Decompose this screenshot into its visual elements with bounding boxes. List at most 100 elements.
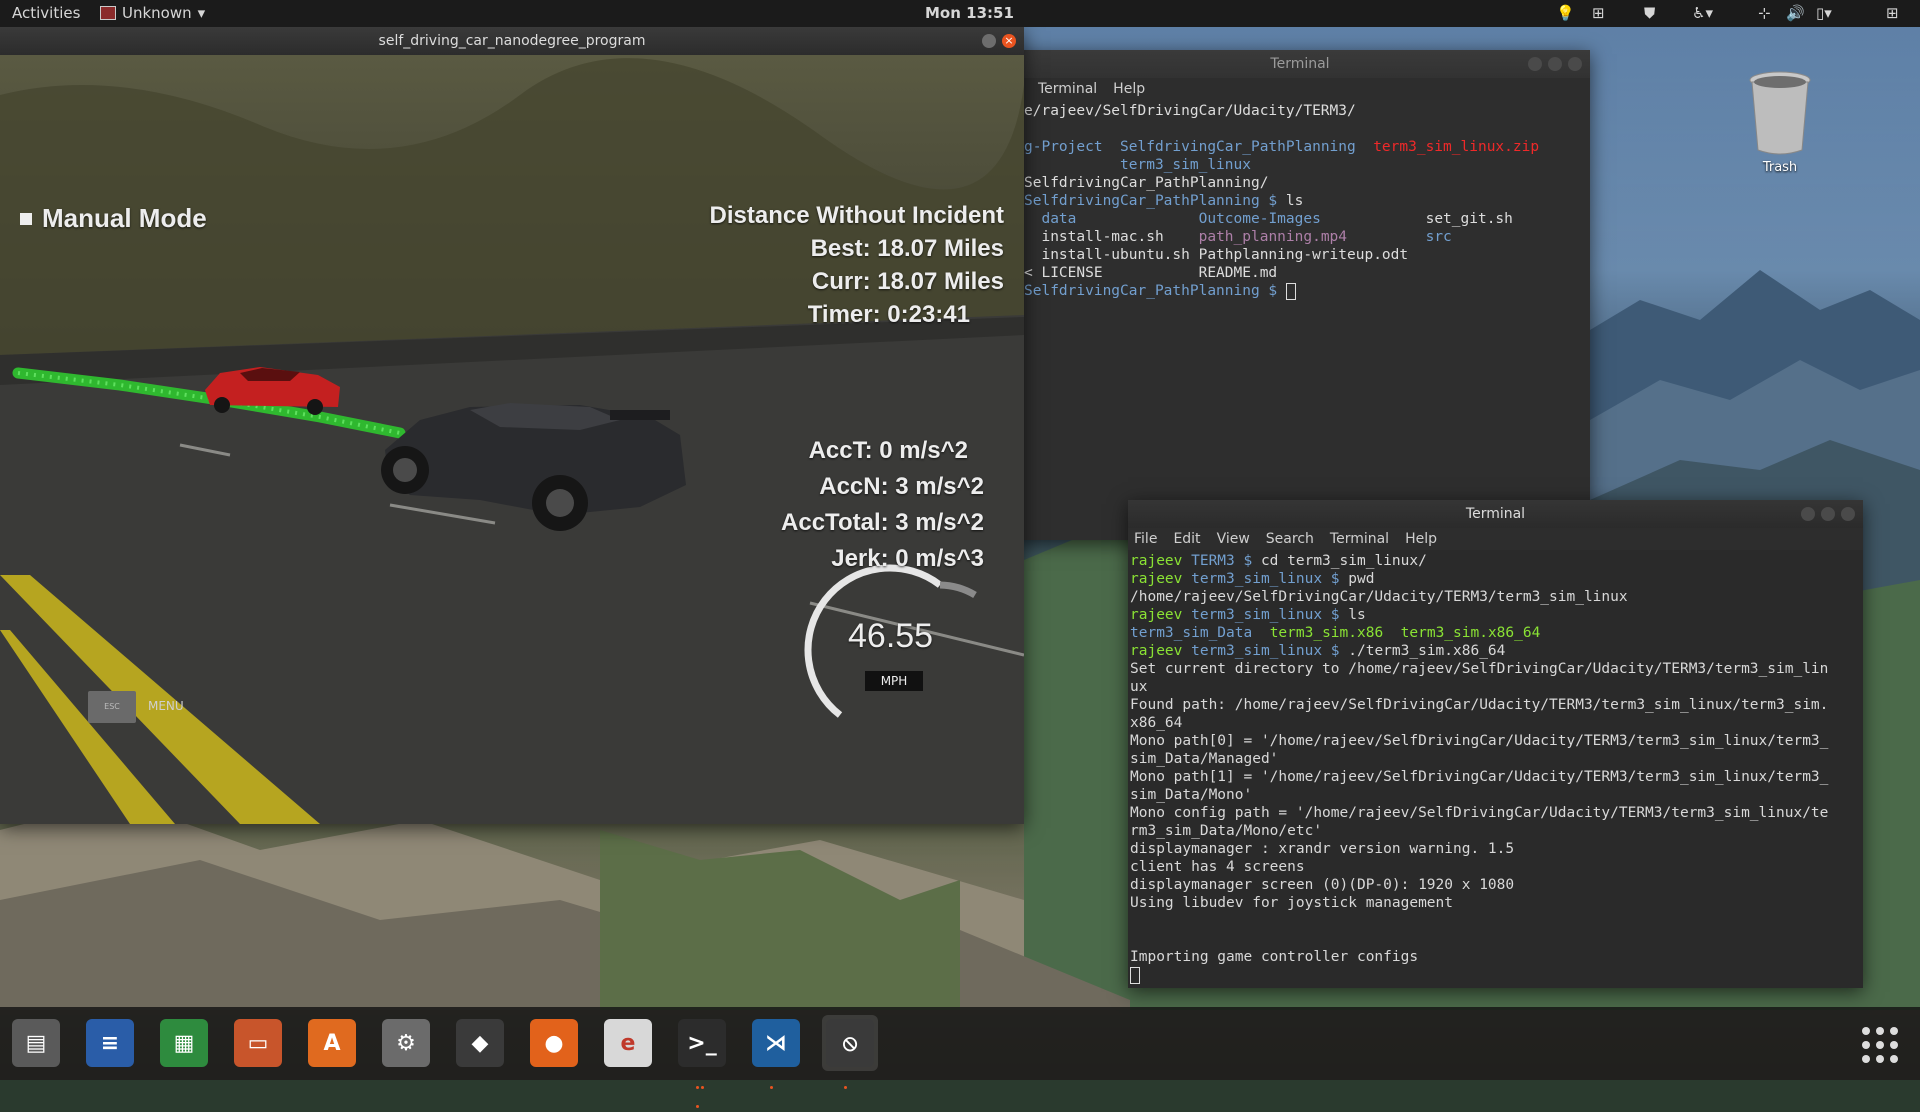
writer-launcher[interactable]: ≡ bbox=[82, 1015, 138, 1071]
menu-item-terminal[interactable]: Terminal bbox=[1038, 78, 1097, 100]
accessibility-icon[interactable]: ♿▾ bbox=[1692, 4, 1713, 22]
terminal-text: rm3_sim_Data/Mono/etc' bbox=[1130, 823, 1323, 839]
best-distance: Best: 18.07 Miles bbox=[810, 235, 1004, 262]
terminal-output[interactable]: e/rajeev/SelfDrivingCar/Udacity/TERM3/ g… bbox=[1010, 100, 1590, 534]
terminal-line: ux bbox=[1130, 678, 1861, 696]
terminal-line: rajeev TERM3 $ cd term3_sim_linux/ bbox=[1130, 552, 1861, 570]
network-icon[interactable]: ⊹ bbox=[1758, 4, 1771, 22]
battery-icon[interactable]: ▯▾ bbox=[1816, 4, 1832, 22]
terminal-text: ./term3_sim.x86_64 bbox=[1348, 643, 1506, 659]
minimize-button[interactable] bbox=[1801, 507, 1815, 521]
terminal-window-front[interactable]: Terminal File Edit View Search Terminal Help … bbox=[1128, 500, 1863, 988]
mode-toggle-icon bbox=[20, 212, 32, 225]
terminal-text: SelfdrivingCar_PathPlanning $ bbox=[1024, 283, 1286, 299]
terminal-text: rajeev bbox=[1130, 553, 1192, 569]
firefox-launcher[interactable]: ● bbox=[526, 1015, 582, 1071]
terminal-line: rajeev term3_sim_linux $ pwd bbox=[1130, 570, 1861, 588]
minimize-button[interactable] bbox=[982, 34, 996, 48]
simulator-viewport[interactable]: Manual Mode Distance Without Incident Be… bbox=[0, 55, 1024, 824]
terminal-line: < LICENSE README.md bbox=[1024, 264, 1588, 282]
menu-label[interactable]: MENU bbox=[148, 699, 184, 713]
terminal-text: src bbox=[1425, 229, 1452, 245]
trash-desktop-item[interactable]: Trash bbox=[1740, 68, 1820, 175]
lightbulb-icon[interactable]: 💡 bbox=[1556, 4, 1575, 22]
files-launcher[interactable]: ▤ bbox=[8, 1015, 64, 1071]
terminal-text: term3_sim_linux.zip bbox=[1373, 139, 1540, 155]
menu-bar: File Edit View Search Terminal Help bbox=[1128, 528, 1863, 550]
terminal-cursor bbox=[1285, 282, 1296, 300]
running-indicator bbox=[770, 1074, 784, 1089]
menu-item-help[interactable]: Help bbox=[1405, 528, 1437, 550]
terminal-text: Mono path[0] = '/home/rajeev/SelfDriving… bbox=[1130, 733, 1829, 749]
terminal-text: set_git.sh bbox=[1320, 211, 1513, 227]
menu-item-view[interactable]: View bbox=[1217, 528, 1250, 550]
terminal-text: term3_sim_linux $ bbox=[1191, 607, 1349, 623]
maximize-button[interactable] bbox=[1548, 57, 1562, 71]
menu-item-file[interactable]: File bbox=[1134, 528, 1157, 550]
menu-item-edit[interactable]: Edit bbox=[1173, 528, 1200, 550]
settings-launcher[interactable]: ⚙ bbox=[378, 1015, 434, 1071]
close-button[interactable] bbox=[1841, 507, 1855, 521]
menu-bar: Terminal Help bbox=[1010, 78, 1590, 100]
acceleration-panel: AccT: 0 m/s^2 AccN: 3 m/s^2 AccTotal: 3 … bbox=[781, 433, 984, 577]
app-menu[interactable]: Unknown ▾ bbox=[100, 4, 205, 22]
shield-icon[interactable]: ⛊ bbox=[1644, 4, 1655, 22]
apps-menu-icon[interactable]: ⊞ bbox=[1886, 4, 1899, 22]
firefox-icon: ● bbox=[530, 1019, 578, 1067]
volume-icon[interactable]: 🔊 bbox=[1786, 4, 1805, 22]
close-button[interactable] bbox=[1568, 57, 1582, 71]
maximize-button[interactable] bbox=[1821, 507, 1835, 521]
esc-button[interactable]: ESC bbox=[88, 691, 136, 723]
terminal-line: install-ubuntu.sh Pathplanning-writeup.o… bbox=[1024, 246, 1588, 264]
titlebar[interactable]: self_driving_car_nanodegree_program × bbox=[0, 27, 1024, 55]
terminal-text: Mono config path = '/home/rajeev/SelfDri… bbox=[1130, 805, 1829, 821]
impress-launcher[interactable]: ▭ bbox=[230, 1015, 286, 1071]
terminal-text: Found path: /home/rajeev/SelfDrivingCar/… bbox=[1130, 697, 1829, 713]
activities-button[interactable]: Activities bbox=[12, 4, 80, 22]
terminal-text: install-mac.sh bbox=[1024, 229, 1199, 245]
pdf-reader-launcher[interactable]: e bbox=[600, 1015, 656, 1071]
terminal-text: client has 4 screens bbox=[1130, 859, 1305, 875]
simulator-window[interactable]: self_driving_car_nanodegree_program × Ma… bbox=[0, 27, 1024, 824]
terminal-text: Outcome-Images bbox=[1198, 211, 1321, 227]
menu-item-help[interactable]: Help bbox=[1113, 78, 1145, 100]
mode-label: Manual Mode bbox=[42, 203, 207, 233]
apps-grid-icon[interactable] bbox=[1862, 1027, 1898, 1063]
titlebar[interactable]: Terminal bbox=[1128, 500, 1863, 528]
acc-n: AccN: 3 m/s^2 bbox=[819, 473, 984, 500]
terminal-output[interactable]: rajeev TERM3 $ cd term3_sim_linux/rajeev… bbox=[1128, 550, 1863, 988]
mode-indicator[interactable]: Manual Mode bbox=[20, 203, 207, 234]
menu-item-terminal[interactable]: Terminal bbox=[1330, 528, 1389, 550]
terminal-window-back[interactable]: Terminal Terminal Help e/rajeev/SelfDrivi… bbox=[1010, 50, 1590, 540]
vscode-launcher[interactable]: ⋊ bbox=[748, 1015, 804, 1089]
titlebar[interactable]: Terminal bbox=[1010, 50, 1590, 78]
terminal-line: Mono config path = '/home/rajeev/SelfDri… bbox=[1130, 804, 1861, 822]
speed-unit: MPH bbox=[865, 671, 923, 691]
calc-launcher[interactable]: ▦ bbox=[156, 1015, 212, 1071]
terminal-line: SelfdrivingCar_PathPlanning $ bbox=[1024, 282, 1588, 300]
minimize-button[interactable] bbox=[1528, 57, 1542, 71]
close-button[interactable]: × bbox=[1002, 34, 1016, 48]
software-center-launcher[interactable]: A bbox=[304, 1015, 360, 1071]
terminal-text: term3_sim_linux $ bbox=[1191, 571, 1349, 587]
network-tray-icon[interactable]: ⊞ bbox=[1592, 4, 1605, 22]
terminal-text: rajeev bbox=[1130, 643, 1192, 659]
terminal-line: data Outcome-Images set_git.sh bbox=[1024, 210, 1588, 228]
terminal-line: Using libudev for joystick management bbox=[1130, 894, 1861, 912]
sublime-launcher[interactable]: ◆ bbox=[452, 1015, 508, 1071]
pdf-reader-icon: e bbox=[604, 1019, 652, 1067]
clock[interactable]: Mon 13:51 bbox=[925, 4, 1014, 22]
terminal-text: rajeev bbox=[1130, 571, 1192, 587]
simulator-icon: ⦸ bbox=[826, 1019, 874, 1067]
acc-total: AccTotal: 3 m/s^2 bbox=[781, 509, 984, 536]
chevron-down-icon: ▾ bbox=[197, 4, 206, 22]
terminal-text: term3_sim.x86_64 bbox=[1400, 625, 1541, 641]
simulator-launcher[interactable]: ⦸ bbox=[822, 1015, 878, 1089]
terminal-launcher[interactable]: >_ bbox=[674, 1015, 730, 1108]
menu-item-search[interactable]: Search bbox=[1266, 528, 1314, 550]
